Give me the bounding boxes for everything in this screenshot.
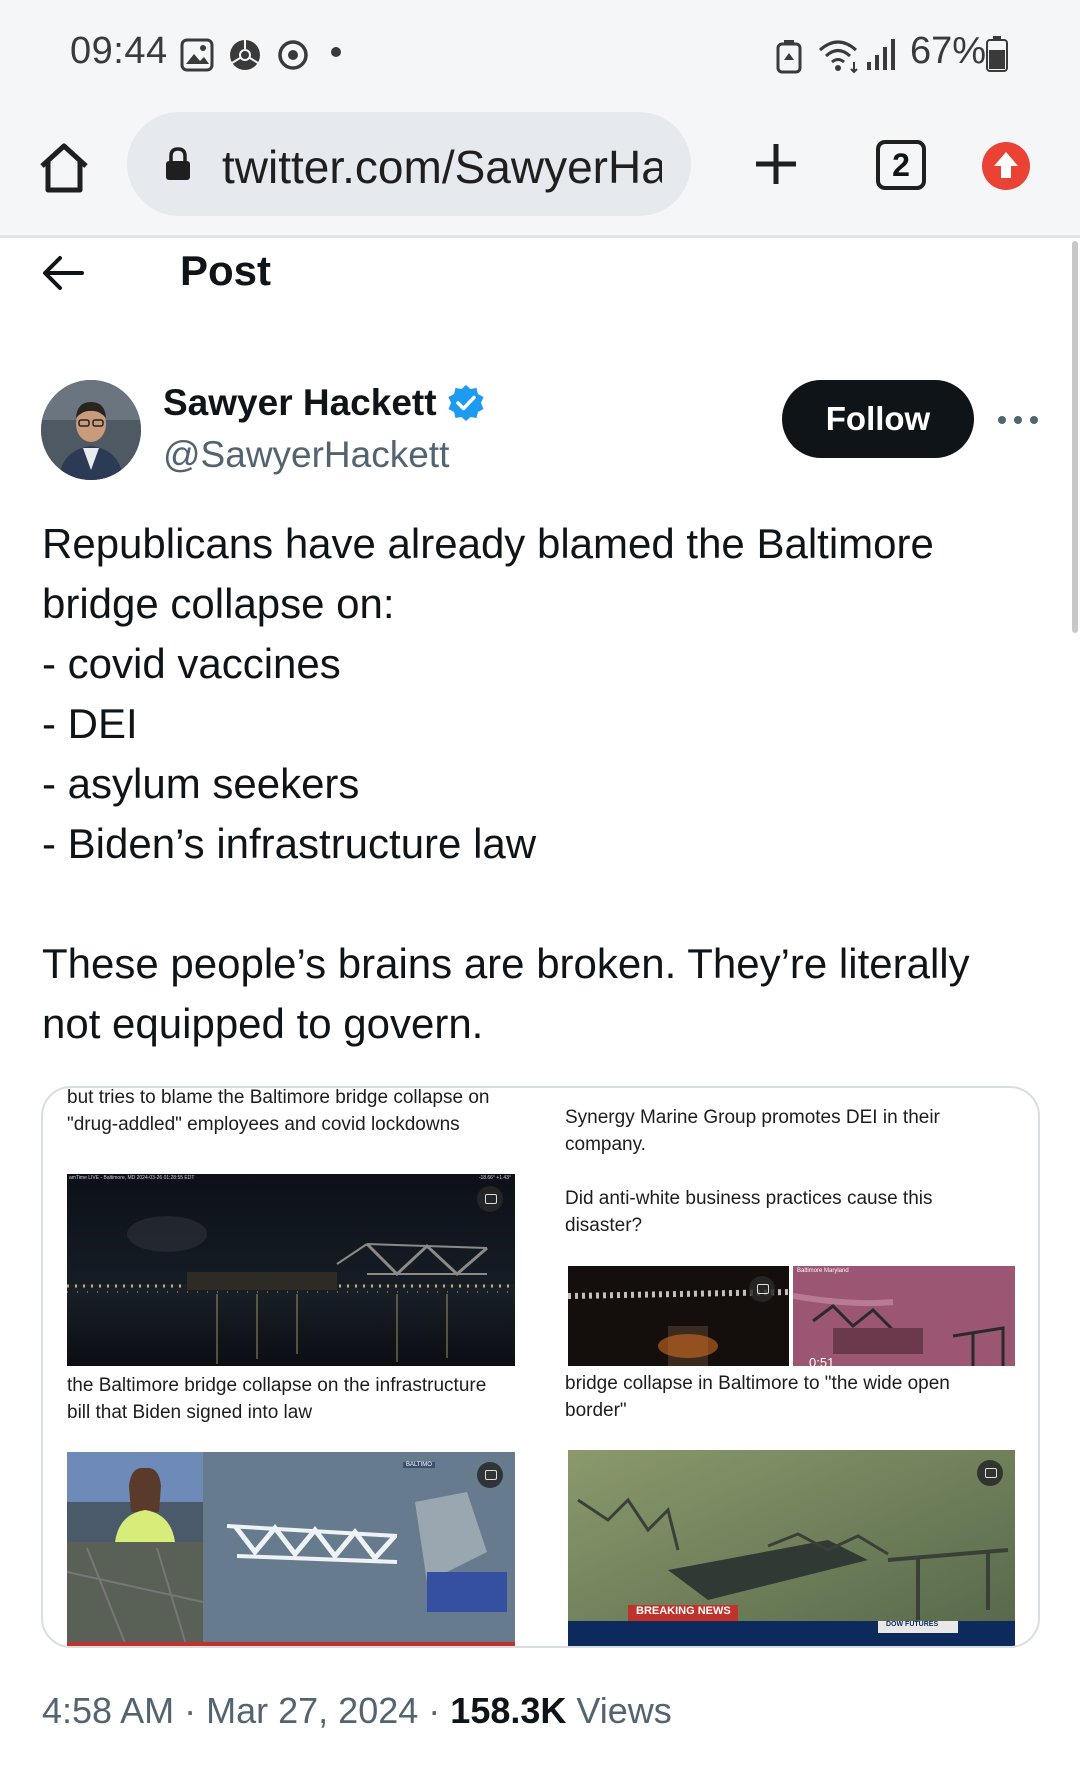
arrow-up-icon (994, 152, 1018, 178)
tab-switcher-button[interactable]: 2 (876, 140, 926, 190)
thumb-location-label: Baltimore Maryland (797, 1268, 849, 1274)
views-label: Views (576, 1690, 672, 1731)
follow-button[interactable]: Follow (782, 380, 974, 458)
tweet-text: Republicans have already blamed the Balt… (42, 514, 1042, 1054)
wifi-icon (819, 40, 858, 74)
verified-badge-icon (448, 385, 484, 421)
media-caption-top-left: but tries to blame the Baltimore bridge … (67, 1087, 490, 1135)
back-arrow-icon[interactable] (42, 255, 84, 291)
status-bar: 09:44 67% (0, 0, 1080, 104)
dot-icon (331, 47, 341, 57)
scrollbar[interactable] (1072, 241, 1078, 633)
tweet-media[interactable]: but tries to blame the Baltimore bridge … (41, 1086, 1040, 1648)
media-caption-top-right: Synergy Marine Group promotes DEI in the… (565, 1107, 940, 1155)
more-options-icon[interactable] (998, 405, 1038, 435)
page-title: Post (180, 247, 272, 294)
battery-percent: 67% (910, 30, 987, 72)
video-duration: 0:51 (809, 1355, 835, 1366)
video-thumbnail-ship-night[interactable] (568, 1266, 789, 1366)
tweet-time[interactable]: 4:58 AM (42, 1690, 174, 1731)
lock-icon (166, 147, 190, 180)
separator-dot: · (184, 1690, 197, 1731)
tweet-line: - covid vaccines (42, 640, 341, 687)
chrome-icon (230, 40, 260, 70)
news-thumbnail-bridge-aerial[interactable]: BALTIMO (67, 1452, 515, 1646)
video-thumbnail-bridge-pink[interactable]: Baltimore Maryland 0:51 (793, 1266, 1015, 1366)
tweet-line: - Biden’s infrastructure law (42, 820, 537, 867)
separator-dot: · (428, 1690, 441, 1731)
video-badge-icon (477, 1186, 503, 1212)
video-overlay-stat: -18.66° +1.43° (478, 1175, 511, 1181)
media-caption-mid-right: bridge collapse in Baltimore to "the wid… (565, 1373, 950, 1421)
bridge-collapse-night-image (67, 1174, 515, 1366)
ticker-label: DOW FUTURES (886, 1621, 939, 1628)
new-tab-icon[interactable] (752, 140, 800, 188)
avatar[interactable] (41, 380, 141, 480)
vpn-icon (776, 40, 802, 74)
breaking-news-banner: BREAKING NEWS (636, 1605, 731, 1617)
post-header: Post (0, 241, 1070, 311)
bridge-collapse-aerial-image (568, 1450, 1015, 1646)
tweet-line: - DEI (42, 700, 138, 747)
address-bar[interactable]: twitter.com/SawyerHa (127, 112, 691, 216)
video-thumbnail-bridge-fox[interactable]: BREAKING NEWS DOW FUTURES (568, 1450, 1015, 1646)
video-badge-icon (477, 1462, 503, 1488)
video-badge-icon (749, 1276, 775, 1302)
home-icon[interactable] (36, 140, 92, 196)
url-text: twitter.com/SawyerHa (222, 141, 662, 193)
media-caption-mid-left: the Baltimore bridge collapse on the inf… (67, 1375, 487, 1423)
tweet-date[interactable]: Mar 27, 2024 (206, 1690, 418, 1731)
sync-icon (278, 40, 308, 70)
tweet-line: - asylum seekers (42, 760, 360, 807)
news-tag: BALTIMO (403, 1462, 435, 1468)
author-handle[interactable]: @SawyerHackett (163, 434, 449, 476)
video-overlay-text: amTime LIVE - Baltimore, MD 2024-03-26 0… (69, 1175, 195, 1181)
bridge-pink-image (793, 1266, 1015, 1366)
views-count: 158.3K (450, 1690, 567, 1731)
battery-icon (986, 36, 1008, 72)
image-icon (180, 38, 214, 72)
author-name[interactable]: Sawyer Hackett (163, 382, 485, 424)
video-thumbnail-bridge-night[interactable]: amTime LIVE - Baltimore, MD 2024-03-26 0… (67, 1174, 515, 1366)
bridge-aerial-news-image (67, 1452, 515, 1646)
video-badge-icon (977, 1460, 1003, 1486)
tweet-line: bridge collapse on: (42, 580, 395, 627)
tweet-line: not equipped to govern. (42, 1000, 484, 1047)
tweet-blank-line (42, 874, 1042, 934)
update-button[interactable] (982, 142, 1030, 190)
tweet-metadata: 4:58 AM · Mar 27, 2024 · 158.3K Views (42, 1690, 672, 1732)
browser-toolbar: twitter.com/SawyerHa 2 (0, 104, 1080, 238)
status-time: 09:44 (70, 30, 168, 72)
media-caption-top-right-question: Did anti-white business practices cause … (565, 1188, 933, 1236)
tweet-line: Republicans have already blamed the Balt… (42, 520, 934, 567)
author-name-text: Sawyer Hackett (163, 382, 437, 423)
avatar-photo (41, 380, 141, 480)
tweet-line: These people’s brains are broken. They’r… (42, 940, 970, 987)
signal-icon (867, 39, 895, 70)
